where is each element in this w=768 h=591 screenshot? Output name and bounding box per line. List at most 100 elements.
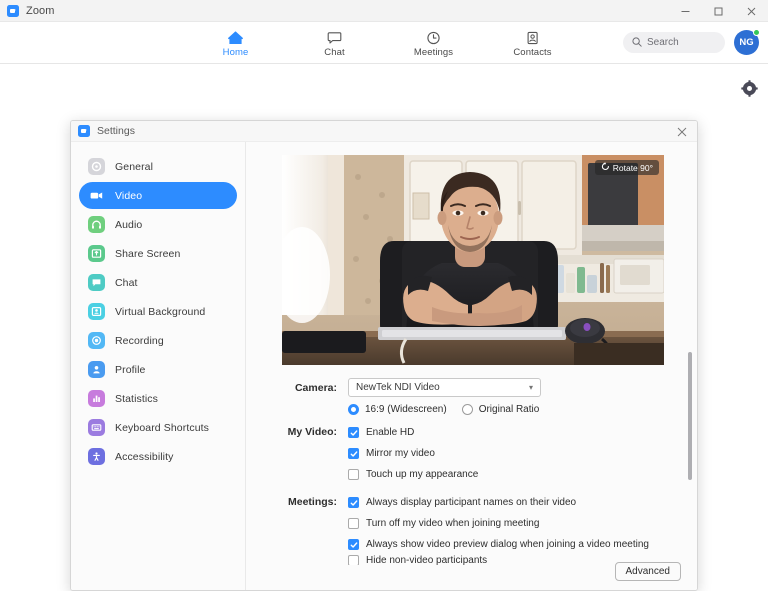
video-preview: Rotate 90°: [282, 155, 664, 365]
tab-chat-label: Chat: [324, 47, 344, 58]
meetings-row: Meetings: Always display participant nam…: [286, 492, 681, 565]
tab-meetings-label: Meetings: [414, 47, 453, 58]
settings-dialog-title: Settings: [97, 125, 135, 137]
camera-row: Camera: NewTek NDI Video ▾ 16:9 (Wides: [286, 378, 681, 415]
checkbox-indicator: [348, 469, 359, 480]
sidebar-item-chat[interactable]: Chat: [79, 269, 237, 296]
sidebar-item-label: Audio: [115, 219, 142, 231]
checkbox-label: Enable HD: [366, 427, 414, 438]
home-icon: [228, 29, 243, 46]
advanced-button[interactable]: Advanced: [615, 562, 681, 581]
status-badge: [753, 29, 760, 36]
tab-home[interactable]: Home: [205, 27, 267, 58]
checkbox-display-participant-names[interactable]: Always display participant names on thei…: [348, 492, 681, 513]
camera-selected-value: NewTek NDI Video: [356, 382, 440, 393]
chat-icon: [327, 29, 342, 46]
chevron-down-icon: ▾: [529, 384, 533, 392]
sidebar-item-label: Profile: [115, 364, 145, 376]
settings-dialog-titlebar: Settings: [71, 121, 697, 142]
checkbox-touch-up-my-appearance[interactable]: Touch up my appearance: [348, 464, 681, 485]
close-button[interactable]: [735, 0, 768, 22]
search-input[interactable]: Search: [623, 32, 725, 53]
navbar-right-group: Search NG: [623, 30, 759, 55]
settings-content: General Video: [71, 142, 697, 590]
checkbox-enable-hd[interactable]: Enable HD: [348, 422, 681, 443]
person-card-icon: [88, 303, 105, 320]
radio-widescreen-label: 16:9 (Widescreen): [365, 404, 447, 415]
sidebar-item-profile[interactable]: Profile: [79, 356, 237, 383]
zoom-logo-icon: [7, 5, 19, 17]
settings-close-button[interactable]: [667, 121, 697, 142]
tab-meetings[interactable]: Meetings: [403, 27, 465, 58]
rotate-video-button[interactable]: Rotate 90°: [595, 160, 659, 175]
avatar[interactable]: NG: [734, 30, 759, 55]
sidebar-item-general[interactable]: General: [79, 153, 237, 180]
checkbox-indicator: [348, 518, 359, 529]
avatar-initials: NG: [739, 37, 753, 48]
checkbox-label: Hide non-video participants: [366, 555, 487, 565]
sidebar-item-label: General: [115, 161, 153, 173]
sidebar-item-share-screen[interactable]: Share Screen: [79, 240, 237, 267]
radio-indicator: [462, 404, 473, 415]
tab-home-label: Home: [223, 47, 249, 58]
clock-icon: [426, 29, 441, 46]
radio-original-ratio[interactable]: Original Ratio: [462, 404, 540, 415]
sidebar-item-label: Share Screen: [115, 248, 180, 260]
checkbox-label: Always display participant names on thei…: [366, 497, 576, 508]
person-icon: [88, 361, 105, 378]
maximize-button[interactable]: [702, 0, 735, 22]
scrollbar-thumb[interactable]: [688, 352, 692, 480]
my-video-row: My Video: Enable HD: [286, 422, 681, 485]
headphones-icon: [88, 216, 105, 233]
checkbox-indicator: [348, 497, 359, 508]
video-settings-form: Camera: NewTek NDI Video ▾ 16:9 (Wides: [265, 378, 681, 565]
video-settings-panel: Rotate 90° Camera: NewTek NDI Video ▾: [246, 142, 697, 590]
rotate-icon: [601, 162, 610, 173]
advanced-button-label: Advanced: [626, 566, 670, 577]
tab-chat[interactable]: Chat: [304, 27, 366, 58]
settings-gear-button[interactable]: [738, 80, 760, 102]
checkbox-always-show-preview-dialog[interactable]: Always show video preview dialog when jo…: [348, 534, 681, 555]
my-video-label: My Video:: [286, 422, 348, 443]
sidebar-item-accessibility[interactable]: Accessibility: [79, 443, 237, 470]
keyboard-icon: [88, 419, 105, 436]
window-title: Zoom: [26, 5, 55, 17]
chat-bubble-icon: [88, 274, 105, 291]
sidebar-item-statistics[interactable]: Statistics: [79, 385, 237, 412]
sidebar-item-label: Chat: [115, 277, 138, 289]
checkbox-indicator: [348, 448, 359, 459]
search-placeholder: Search: [647, 37, 679, 48]
checkbox-turn-off-video-joining[interactable]: Turn off my video when joining meeting: [348, 513, 681, 534]
sidebar-item-label: Video: [115, 190, 142, 202]
camera-label: Camera:: [286, 378, 348, 399]
checkbox-indicator: [348, 427, 359, 438]
sidebar-item-audio[interactable]: Audio: [79, 211, 237, 238]
sidebar-item-video[interactable]: Video: [79, 182, 237, 209]
checkbox-indicator: [348, 539, 359, 550]
gear-icon: [88, 158, 105, 175]
settings-dialog: Settings General: [70, 120, 698, 591]
aspect-ratio-group: 16:9 (Widescreen) Original Ratio: [348, 404, 681, 415]
bar-chart-icon: [88, 390, 105, 407]
zoom-main-window: Zoom Home: [0, 0, 768, 542]
checkbox-mirror-my-video[interactable]: Mirror my video: [348, 443, 681, 464]
rotate-video-label: Rotate 90°: [613, 163, 653, 173]
checkbox-label: Turn off my video when joining meeting: [366, 518, 539, 529]
radio-widescreen[interactable]: 16:9 (Widescreen): [348, 404, 447, 415]
minimize-button[interactable]: [669, 0, 702, 22]
sidebar-item-label: Accessibility: [115, 451, 173, 463]
tab-contacts[interactable]: Contacts: [502, 27, 564, 58]
sidebar-item-keyboard-shortcuts[interactable]: Keyboard Shortcuts: [79, 414, 237, 441]
settings-scrollbar[interactable]: [688, 352, 692, 577]
checkbox-label: Always show video preview dialog when jo…: [366, 539, 649, 550]
share-screen-icon: [88, 245, 105, 262]
search-icon: [632, 34, 642, 52]
meetings-label: Meetings:: [286, 492, 348, 513]
video-camera-icon: [88, 187, 105, 204]
record-circle-icon: [88, 332, 105, 349]
sidebar-item-recording[interactable]: Recording: [79, 327, 237, 354]
sidebar-item-virtual-background[interactable]: Virtual Background: [79, 298, 237, 325]
window-titlebar: Zoom: [0, 0, 768, 22]
checkbox-indicator: [348, 555, 359, 565]
camera-select[interactable]: NewTek NDI Video ▾: [348, 378, 541, 397]
